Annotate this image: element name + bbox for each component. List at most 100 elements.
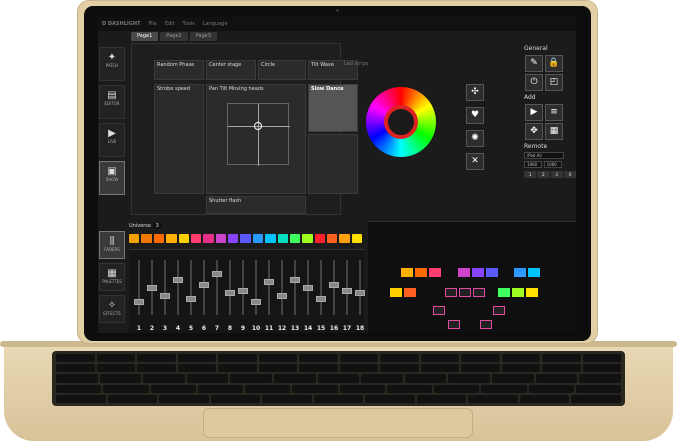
fader-thumb[interactable] [355, 290, 365, 297]
fader-11[interactable]: 11 [263, 252, 275, 332]
fader-14[interactable]: 14 [302, 252, 314, 332]
scene-center-stage[interactable]: Center stage [206, 60, 256, 80]
scene-circle[interactable]: Circle [258, 60, 306, 80]
aperture-icon[interactable]: ✺ [466, 130, 484, 147]
color-preset-18[interactable] [339, 234, 350, 243]
color-preset-16[interactable] [314, 234, 325, 243]
color-preset-17[interactable] [327, 234, 338, 243]
remote-width-field[interactable]: 1960 [524, 161, 542, 168]
fader-thumb[interactable] [251, 298, 261, 305]
tab-page3[interactable]: Page3 [189, 32, 217, 41]
fader-15[interactable]: 15 [315, 252, 327, 332]
color-wheel[interactable] [366, 87, 436, 157]
color-preset-9[interactable] [228, 234, 239, 243]
page-2-button[interactable]: 2 [537, 171, 550, 178]
color-preset-15[interactable] [302, 234, 313, 243]
fixture-cell[interactable] [429, 268, 441, 277]
fixture-cell[interactable] [512, 288, 524, 297]
fader-thumb[interactable] [342, 287, 352, 294]
color-preset-1[interactable] [129, 234, 140, 243]
fixture-cell[interactable] [473, 288, 485, 297]
fader-10[interactable]: 10 [250, 252, 262, 332]
xy-pad[interactable] [227, 103, 290, 166]
fader-13[interactable]: 13 [289, 252, 301, 332]
color-preset-8[interactable] [215, 234, 226, 243]
heart-icon[interactable]: ♥ [466, 107, 484, 124]
fader-thumb[interactable] [238, 287, 248, 294]
fixture-cell[interactable] [448, 320, 460, 329]
fader-thumb[interactable] [199, 282, 209, 288]
menu-edit[interactable]: Edit [165, 21, 175, 27]
fader-thumb[interactable] [212, 271, 222, 277]
remote-device-field[interactable]: iPad Air [524, 152, 564, 159]
add-fader-icon[interactable]: ≡ [545, 104, 563, 121]
fader-5[interactable]: 5 [185, 252, 197, 332]
lock-icon[interactable]: 🔒 [545, 55, 563, 72]
fixture-cell[interactable] [493, 306, 505, 315]
menu-file[interactable]: File [148, 21, 156, 27]
color-preset-5[interactable] [178, 234, 189, 243]
fixture-cell[interactable] [445, 288, 457, 297]
fader-thumb[interactable] [134, 298, 144, 305]
fixture-cell[interactable] [480, 320, 492, 329]
fader-1[interactable]: 1 [133, 252, 145, 332]
universe-value[interactable]: 3 [152, 223, 162, 229]
fader-thumb[interactable] [186, 295, 196, 302]
pan-tilt-pad[interactable]: Pan Tilt Moving heads [206, 84, 306, 194]
fader-thumb[interactable] [147, 284, 157, 291]
page-1-button[interactable]: 1 [524, 171, 537, 178]
nav-palettes[interactable]: ▦ PALETTES [99, 263, 125, 291]
fader-thumb[interactable] [225, 290, 235, 297]
nav-effects[interactable]: ✧ EFFECTS [99, 295, 125, 323]
nav-show[interactable]: ▣ SHOW [99, 161, 125, 195]
page-3-button[interactable]: 3 [550, 171, 563, 178]
menu-tools[interactable]: Tools [183, 21, 195, 27]
fader-7[interactable]: 7 [211, 252, 223, 332]
fader-12[interactable]: 12 [276, 252, 288, 332]
color-preset-7[interactable] [203, 234, 214, 243]
fixture-cell[interactable] [514, 268, 526, 277]
color-preset-11[interactable] [252, 234, 264, 243]
fader-thumb[interactable] [264, 279, 274, 286]
menu-language[interactable]: Language [203, 21, 228, 27]
nav-faders[interactable]: ⫼ FADERS [99, 231, 125, 259]
fader-thumb[interactable] [173, 276, 183, 283]
fader-4[interactable]: 4 [172, 252, 184, 332]
scene-random-phase[interactable]: Random Phase [154, 60, 204, 80]
fader-thumb[interactable] [277, 293, 287, 299]
fixture-cell[interactable] [415, 268, 427, 277]
universe-selector[interactable]: Universe 3 [129, 223, 209, 232]
fixture-cell[interactable] [498, 288, 510, 297]
fixture-cell[interactable] [390, 288, 402, 297]
color-preset-2[interactable] [141, 234, 152, 243]
tab-page1[interactable]: Page1 [131, 32, 159, 41]
page-4-button[interactable]: 4 [563, 171, 576, 178]
nav-editor[interactable]: ▤ EDITOR [99, 85, 125, 119]
color-preset-3[interactable] [153, 234, 165, 243]
fixture-cell[interactable] [404, 288, 416, 297]
fixture-cell[interactable] [528, 268, 540, 277]
nav-patch[interactable]: ✦ PATCH [99, 47, 125, 81]
fixture-cell[interactable] [401, 268, 413, 277]
color-preset-12[interactable] [265, 234, 276, 243]
color-preset-13[interactable] [277, 234, 288, 243]
fader-6[interactable]: 6 [198, 252, 210, 332]
fader-17[interactable]: 17 [341, 252, 353, 332]
scene-shutter-flash[interactable]: Shutter flash [206, 196, 306, 214]
pinwheel-icon[interactable]: ✣ [466, 84, 484, 101]
fader-thumb[interactable] [316, 295, 326, 302]
fixture-cell[interactable] [472, 268, 484, 277]
edit-icon[interactable]: ✎ [525, 55, 543, 72]
fader-18[interactable]: 18 [354, 252, 366, 332]
fader-3[interactable]: 3 [159, 252, 171, 332]
xy-cursor[interactable] [254, 122, 262, 130]
color-preset-19[interactable] [351, 234, 363, 243]
fixture-cell[interactable] [526, 288, 538, 297]
color-preset-14[interactable] [289, 234, 301, 243]
fader-8[interactable]: 8 [224, 252, 236, 332]
fader-thumb[interactable] [290, 276, 300, 283]
color-preset-6[interactable] [190, 234, 202, 243]
color-preset-4[interactable] [166, 234, 177, 243]
fixture-cell[interactable] [458, 268, 470, 277]
fader-thumb[interactable] [303, 284, 313, 291]
